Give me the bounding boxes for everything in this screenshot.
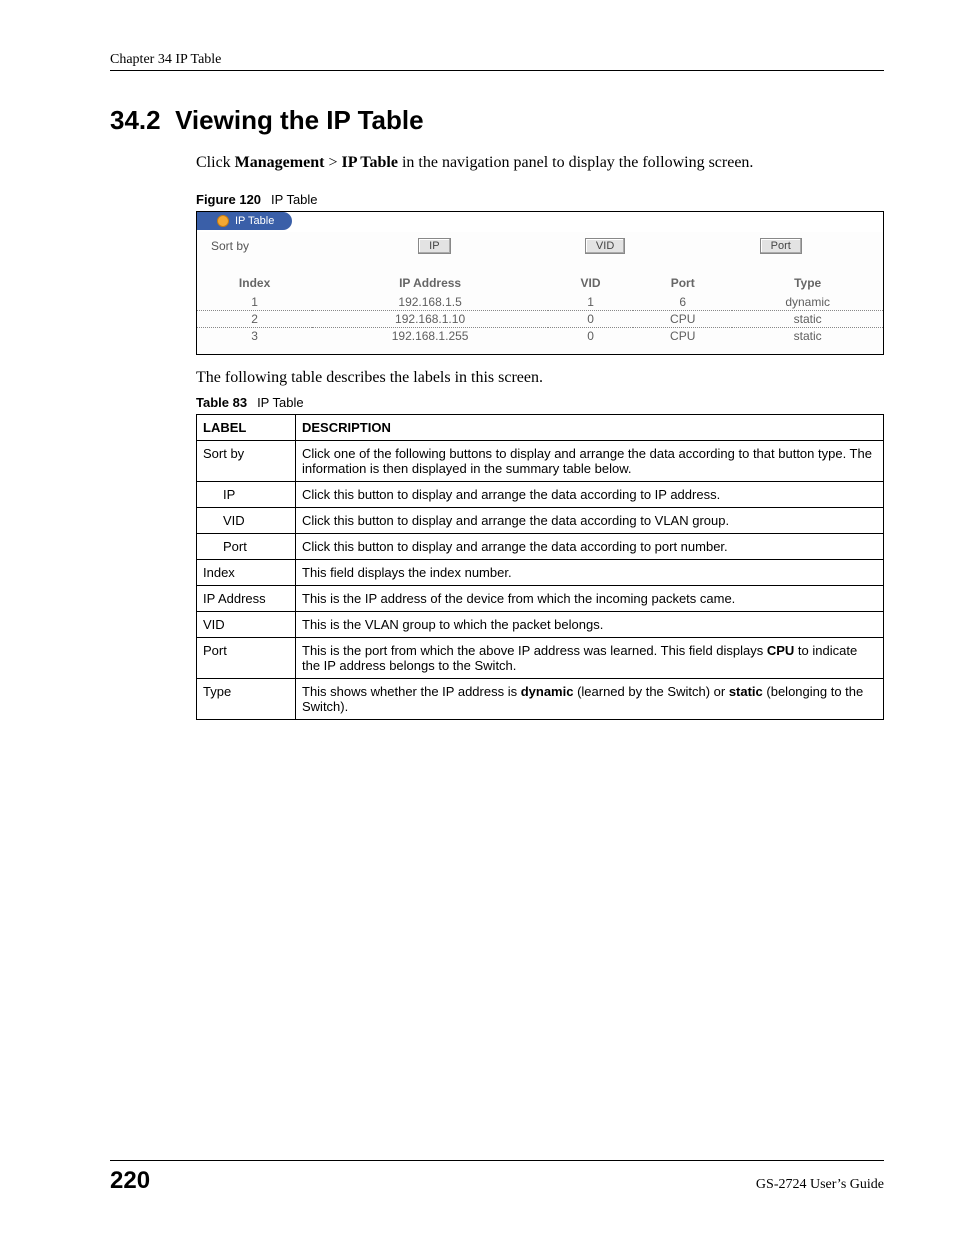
running-header: Chapter 34 IP Table [110, 52, 884, 71]
nav-ip-table: IP Table [341, 154, 397, 171]
nav-management: Management [235, 154, 325, 171]
desc-text: This field displays the index number. [296, 560, 884, 586]
desc-text: Click this button to display and arrange… [296, 534, 884, 560]
page-number: 220 [110, 1167, 150, 1195]
sort-by-label: Sort by [211, 239, 351, 253]
section-body: Click Management > IP Table in the navig… [196, 154, 884, 720]
page-footer: 220 GS-2724 User’s Guide [110, 1160, 884, 1195]
table-row: 3 192.168.1.255 0 CPU static [197, 328, 883, 345]
desc-row-sortby: Sort by Click one of the following butto… [197, 441, 884, 482]
desc-row-index: Index This field displays the index numb… [197, 560, 884, 586]
table-row: 2 192.168.1.10 0 CPU static [197, 311, 883, 328]
col-ip-address: IP Address [312, 274, 548, 294]
sort-buttons-group: IP VID Port [351, 238, 869, 254]
panel-tab-label: IP Table [235, 214, 274, 228]
guide-title: GS-2724 User’s Guide [756, 1177, 884, 1193]
ip-table-header-row: Index IP Address VID Port Type [197, 274, 883, 294]
col-type: Type [732, 274, 883, 294]
table-caption: Table 83 IP Table [196, 395, 884, 410]
table-name: IP Table [257, 395, 304, 410]
desc-intro-paragraph: The following table describes the labels… [196, 369, 884, 387]
figure-number: Figure 120 [196, 192, 261, 207]
description-table: LABEL DESCRIPTION Sort by Click one of t… [196, 414, 884, 720]
desc-text: This shows whether the IP address is dyn… [296, 679, 884, 720]
desc-label: Index [197, 560, 296, 586]
figure-caption: Figure 120 IP Table [196, 192, 884, 207]
desc-row-vid2: VID This is the VLAN group to which the … [197, 612, 884, 638]
figure-ip-table-screenshot: IP Table Sort by IP VID Port Index IP Ad… [196, 211, 884, 355]
desc-label: IP [197, 482, 296, 508]
desc-text: Click one of the following buttons to di… [296, 441, 884, 482]
section-heading: 34.2 Viewing the IP Table [110, 105, 884, 136]
desc-label: Port [197, 534, 296, 560]
section-title: Viewing the IP Table [175, 105, 424, 135]
panel-tab-row: IP Table [197, 212, 883, 232]
page: Chapter 34 IP Table 34.2 Viewing the IP … [0, 0, 954, 1235]
desc-row-ip: IP Click this button to display and arra… [197, 482, 884, 508]
desc-text: Click this button to display and arrange… [296, 482, 884, 508]
desc-label: VID [197, 508, 296, 534]
table-number: Table 83 [196, 395, 247, 410]
ip-table-grid: Index IP Address VID Port Type 1 192.168… [197, 274, 883, 344]
desc-head-description: DESCRIPTION [296, 415, 884, 441]
sort-row: Sort by IP VID Port [197, 232, 883, 258]
desc-text: This is the port from which the above IP… [296, 638, 884, 679]
desc-row-port-btn: Port Click this button to display and ar… [197, 534, 884, 560]
figure-name: IP Table [271, 192, 318, 207]
tab-bullet-icon [217, 215, 229, 227]
col-vid: VID [548, 274, 633, 294]
desc-head-label: LABEL [197, 415, 296, 441]
intro-paragraph: Click Management > IP Table in the navig… [196, 154, 884, 172]
panel-tab-ip-table[interactable]: IP Table [197, 212, 292, 230]
desc-text: This is the VLAN group to which the pack… [296, 612, 884, 638]
sort-ip-button[interactable]: IP [418, 238, 450, 254]
desc-row-type: Type This shows whether the IP address i… [197, 679, 884, 720]
sort-vid-button[interactable]: VID [585, 238, 625, 254]
desc-label: IP Address [197, 586, 296, 612]
desc-label: Port [197, 638, 296, 679]
col-index: Index [197, 274, 312, 294]
desc-label: Sort by [197, 441, 296, 482]
desc-row-vid: VID Click this button to display and arr… [197, 508, 884, 534]
sort-port-button[interactable]: Port [760, 238, 802, 254]
desc-label: VID [197, 612, 296, 638]
section-number: 34.2 [110, 105, 161, 135]
table-row: 1 192.168.1.5 1 6 dynamic [197, 294, 883, 311]
desc-label: Type [197, 679, 296, 720]
desc-row-ipaddress: IP Address This is the IP address of the… [197, 586, 884, 612]
col-port: Port [633, 274, 732, 294]
desc-text: Click this button to display and arrange… [296, 508, 884, 534]
desc-text: This is the IP address of the device fro… [296, 586, 884, 612]
desc-row-port: Port This is the port from which the abo… [197, 638, 884, 679]
